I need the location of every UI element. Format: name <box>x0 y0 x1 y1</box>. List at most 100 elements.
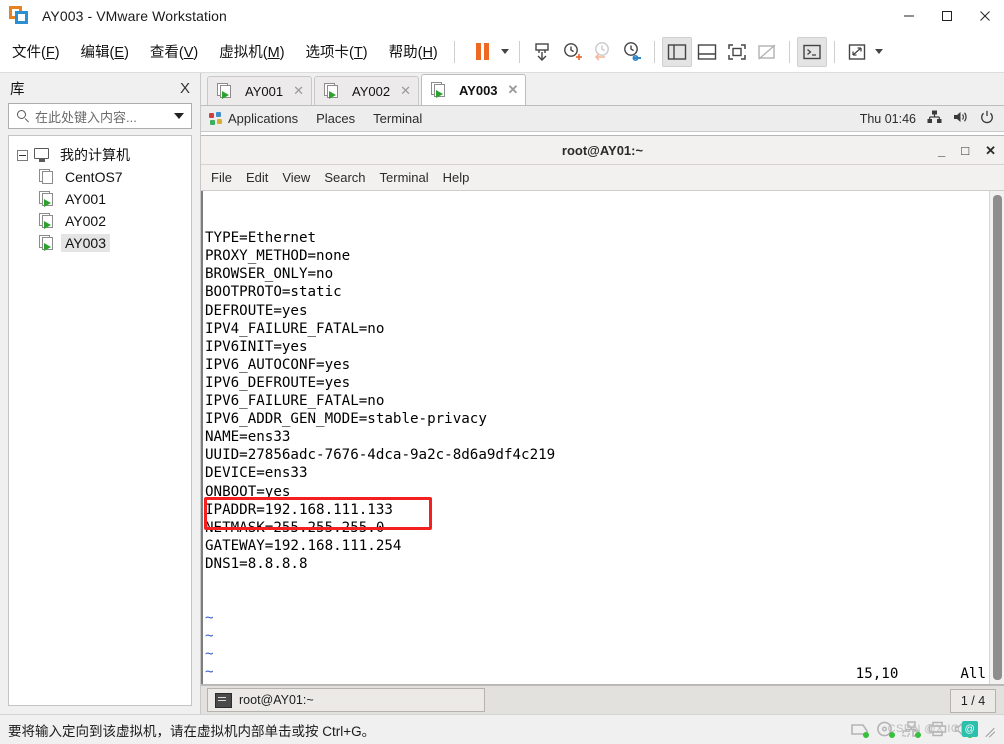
menu-edit[interactable]: 编辑(E) <box>72 37 138 66</box>
terminal-menu-terminal[interactable]: Terminal <box>380 170 429 185</box>
power-icon[interactable] <box>980 110 994 127</box>
terminal-line: UUID=27856adc-7676-4dca-9a2c-8d6a9df4c21… <box>205 447 556 464</box>
terminal-window: root@AY01:~ _ □ ✕ File Edit View Search … <box>201 135 1004 685</box>
gnome-clock[interactable]: Thu 01:46 <box>860 112 916 126</box>
taskbar-window-button[interactable]: root@AY01:~ <box>207 688 485 712</box>
tab-close-icon[interactable]: ✕ <box>293 83 304 99</box>
chevron-down-icon[interactable] <box>174 113 184 119</box>
resize-grip-icon[interactable] <box>983 723 996 738</box>
unity-mode-icon[interactable] <box>752 37 782 67</box>
menu-vm[interactable]: 虚拟机(M) <box>210 37 293 66</box>
terminal-menu-edit[interactable]: Edit <box>246 170 268 185</box>
sidebar-item-centos7[interactable]: CentOS7 <box>31 166 191 188</box>
tree-root-my-computer[interactable]: 我的计算机 <box>9 144 191 166</box>
vim-cursor-position: 15,10 <box>855 666 899 682</box>
take-snapshot-icon[interactable] <box>557 37 587 67</box>
sound-card-icon[interactable] <box>954 721 973 738</box>
revert-snapshot-icon[interactable] <box>587 37 617 67</box>
close-icon[interactable] <box>966 0 1004 31</box>
suspend-dropdown-caret-icon[interactable] <box>498 37 512 67</box>
gnome-top-panel: Applications Places Terminal Thu 01:46 <box>201 106 1004 132</box>
sidebar-item-ay001[interactable]: AY001 <box>31 188 191 210</box>
hard-disk-icon[interactable] <box>850 721 869 738</box>
terminal-empty-line-marker: ~ <box>205 610 214 627</box>
volume-icon[interactable] <box>953 110 969 127</box>
workspace-indicator[interactable]: 1 / 4 <box>950 689 996 713</box>
device-status-icons <box>850 715 996 744</box>
vm-running-icon <box>430 82 448 98</box>
terminal-menu-search[interactable]: Search <box>324 170 365 185</box>
console-view-icon[interactable] <box>796 36 827 67</box>
vm-running-icon <box>39 213 56 229</box>
sidebar-item-ay003[interactable]: AY003 <box>31 232 191 254</box>
gnome-taskbar: root@AY01:~ 1 / 4 <box>201 685 1004 714</box>
toolbar <box>468 36 886 67</box>
show-thumbnail-bar-icon[interactable] <box>692 37 722 67</box>
network-icon[interactable] <box>927 110 942 127</box>
search-input[interactable]: 在此处键入内容... <box>8 103 192 129</box>
full-screen-icon[interactable] <box>722 37 752 67</box>
minimize-icon[interactable] <box>890 0 928 31</box>
printer-icon[interactable] <box>928 721 947 738</box>
power-snapshot-icon[interactable] <box>527 37 557 67</box>
network-adapter-icon[interactable] <box>902 721 921 738</box>
window-controls <box>890 0 1004 31</box>
cd-dvd-icon[interactable] <box>876 721 895 738</box>
terminal-line: NETMASK=255.255.255.0 <box>205 519 385 536</box>
library-close-icon[interactable]: X <box>178 80 192 97</box>
tab-ay002[interactable]: AY002 ✕ <box>313 76 419 105</box>
terminal-empty-line-marker: ~ <box>205 628 214 645</box>
terminal-scrollbar-thumb[interactable] <box>992 195 1002 680</box>
gnome-applications-menu[interactable]: Applications <box>209 111 298 126</box>
terminal-menu-file[interactable]: File <box>211 170 232 185</box>
vm-area: AY001 ✕ AY002 ✕ AY003 ✕ Applications Pla… <box>201 73 1004 714</box>
terminal-line: IPV6_FAILURE_FATAL=no <box>205 393 385 410</box>
tab-label: AY001 <box>245 83 284 99</box>
gnome-places-menu[interactable]: Places <box>316 111 355 126</box>
library-search-wrap: 在此处键入内容... <box>0 103 200 135</box>
tab-label: AY003 <box>458 82 498 98</box>
gnome-terminal-menu[interactable]: Terminal <box>373 111 422 126</box>
terminal-menu-help[interactable]: Help <box>443 170 470 185</box>
stretch-dropdown-caret-icon[interactable] <box>872 37 886 67</box>
tab-close-icon[interactable]: ✕ <box>508 82 519 98</box>
terminal-line: DEFROUTE=yes <box>205 302 308 319</box>
terminal-scrollbar[interactable] <box>989 191 1004 684</box>
terminal-close-icon[interactable]: ✕ <box>985 144 996 157</box>
vim-status-line: 15,10 All <box>856 666 986 682</box>
toolbar-separator <box>653 40 655 63</box>
window-title: AY003 - VMware Workstation <box>42 7 227 24</box>
collapse-icon[interactable] <box>17 149 28 161</box>
sidebar-item-label: AY003 <box>61 234 110 252</box>
vmware-logo-icon <box>6 3 32 29</box>
suspend-icon[interactable] <box>468 37 498 67</box>
menu-help[interactable]: 帮助(H) <box>380 37 447 66</box>
terminal-maximize-icon[interactable]: □ <box>961 144 969 157</box>
maximize-icon[interactable] <box>928 0 966 31</box>
terminal-menu-view[interactable]: View <box>282 170 310 185</box>
sidebar-item-ay002[interactable]: AY002 <box>31 210 191 232</box>
terminal-line: IPADDR=192.168.111.133 <box>205 501 393 518</box>
terminal-line: PROXY_METHOD=none <box>205 248 351 265</box>
menu-tabs[interactable]: 选项卡(T) <box>297 37 377 66</box>
terminal-line: DNS1=8.8.8.8 <box>205 555 308 572</box>
tab-ay003[interactable]: AY003 ✕ <box>420 74 527 105</box>
menu-view[interactable]: 查看(V) <box>141 37 207 66</box>
terminal-body[interactable]: TYPE=Ethernet PROXY_METHOD=none BROWSER_ON… <box>201 191 1004 684</box>
terminal-content: TYPE=Ethernet PROXY_METHOD=none BROWSER_ON… <box>203 191 989 684</box>
tree-root-label: 我的计算机 <box>60 147 130 163</box>
snapshot-manager-icon[interactable] <box>617 37 647 67</box>
guest-screen[interactable]: Applications Places Terminal Thu 01:46 r… <box>201 105 1004 714</box>
tab-ay001[interactable]: AY001 ✕ <box>207 76 312 105</box>
tab-close-icon[interactable]: ✕ <box>400 83 411 99</box>
search-placeholder: 在此处键入内容... <box>35 109 137 125</box>
terminal-title-bar: root@AY01:~ _ □ ✕ <box>201 136 1004 165</box>
vm-powered-off-icon <box>39 169 56 185</box>
terminal-minimize-icon[interactable]: _ <box>938 144 945 157</box>
my-computer-icon <box>33 147 51 163</box>
stretch-view-icon[interactable] <box>842 37 872 67</box>
terminal-line: ONBOOT=yes <box>205 483 291 500</box>
show-library-icon[interactable] <box>661 36 692 67</box>
sidebar-item-label: CentOS7 <box>65 169 123 185</box>
menu-file[interactable]: 文件(F) <box>3 37 69 66</box>
